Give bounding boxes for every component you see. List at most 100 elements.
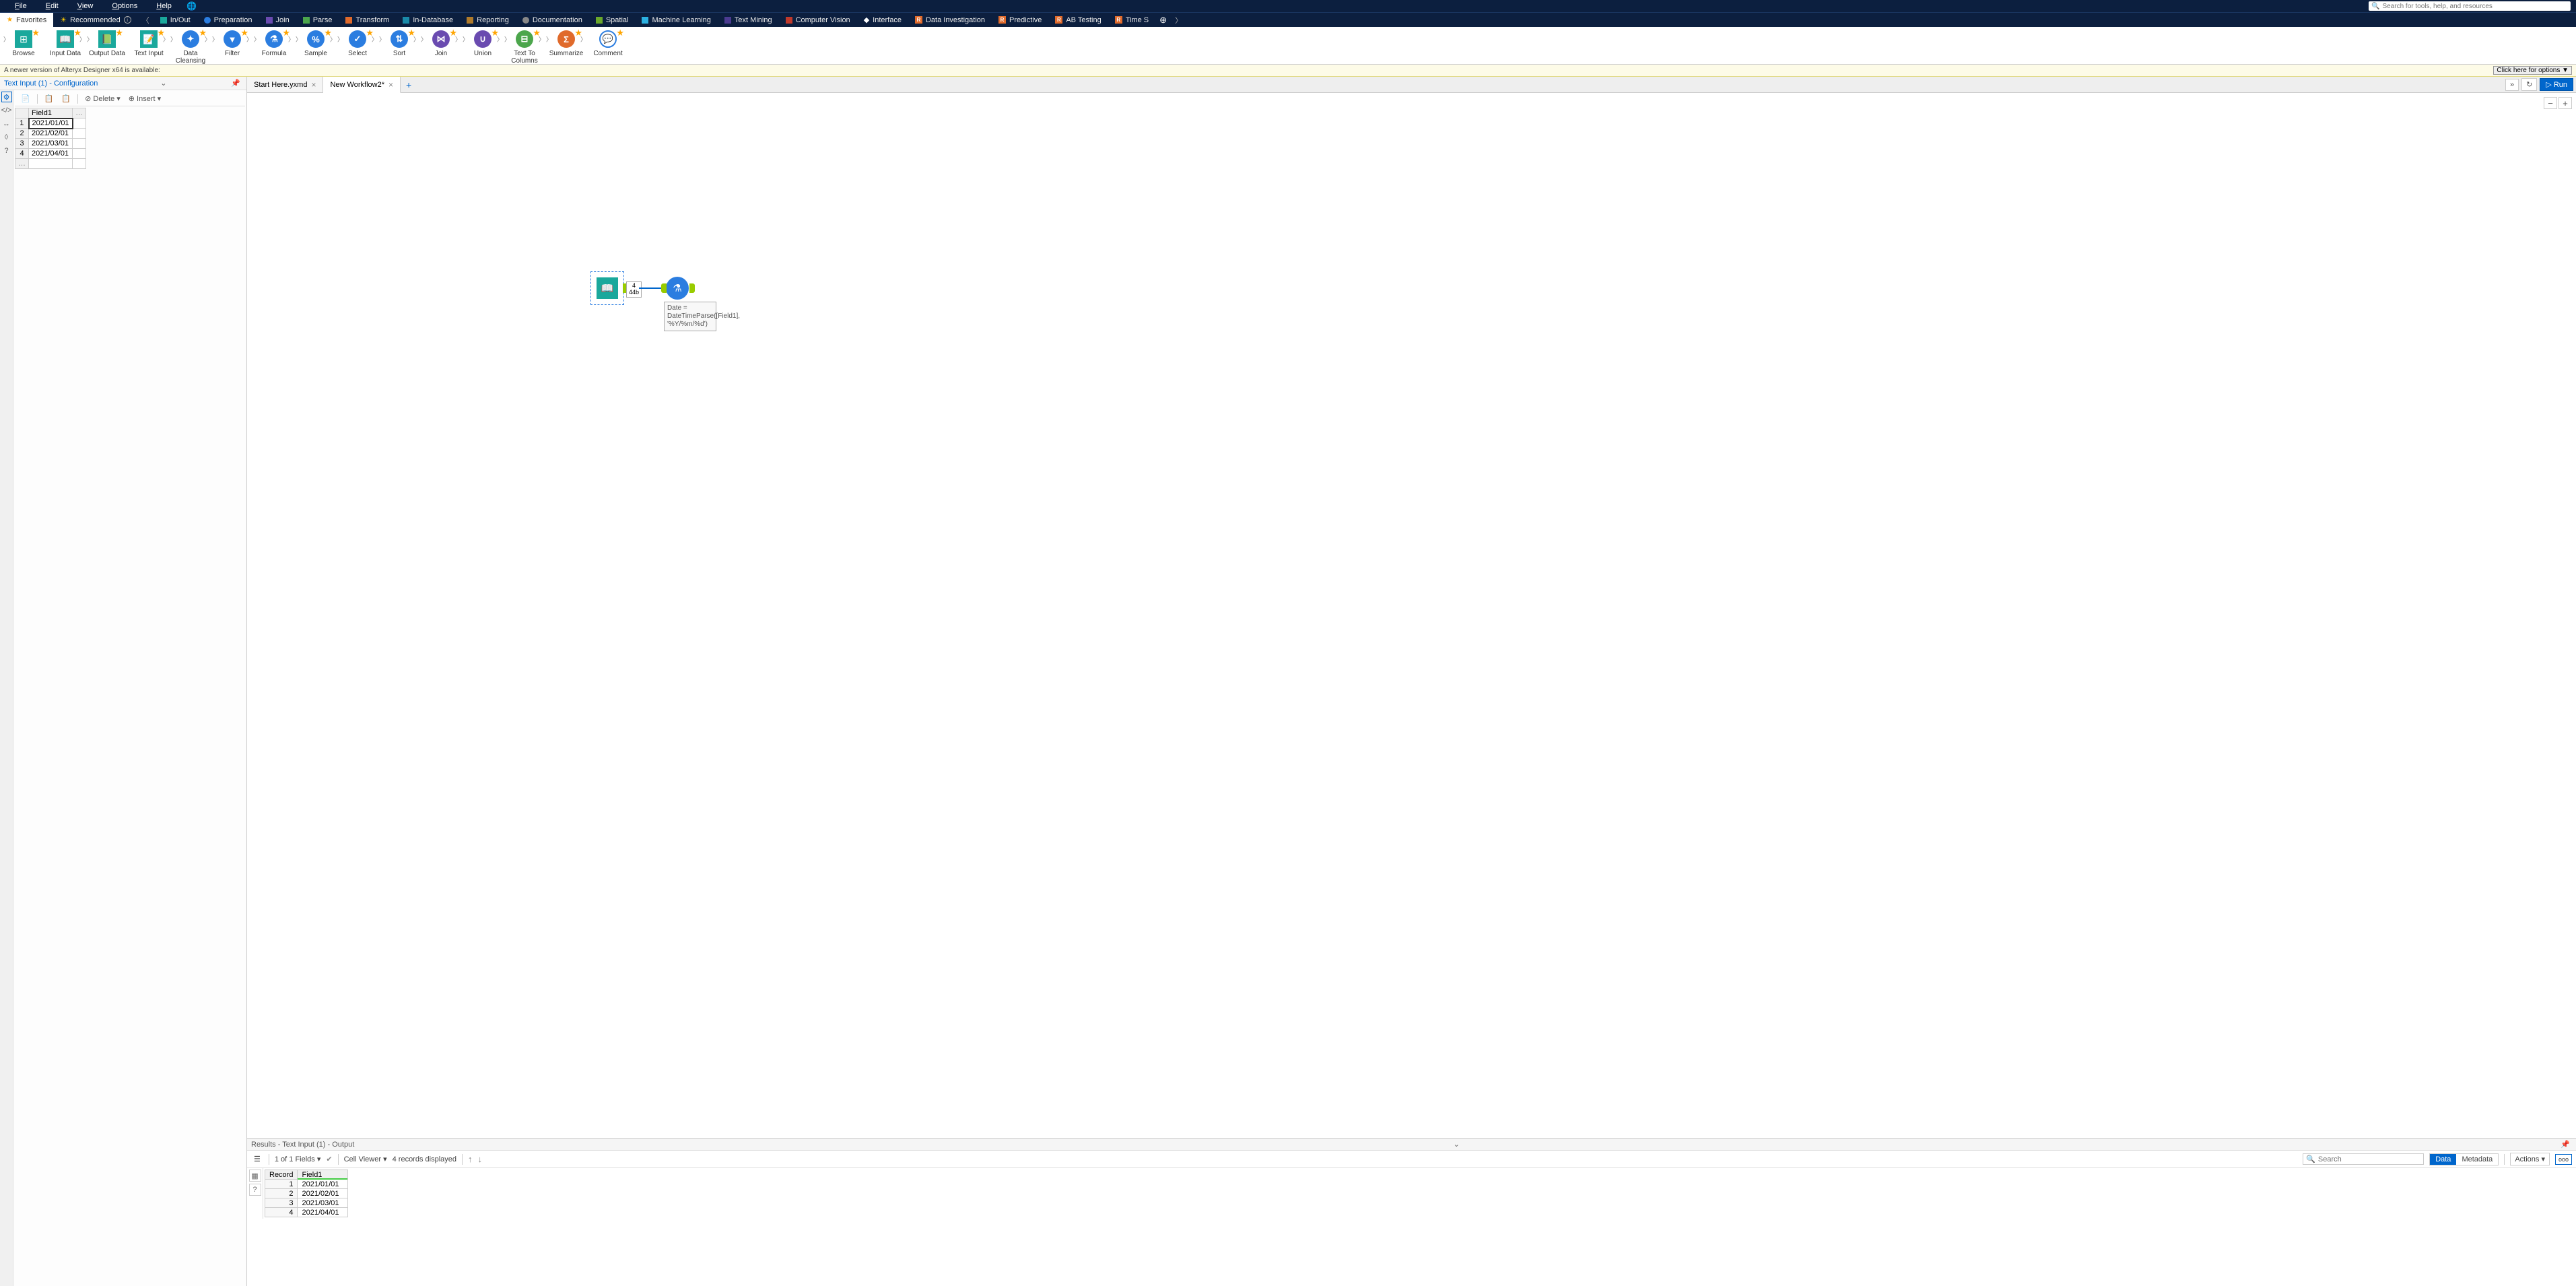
category-transform[interactable]: Transform xyxy=(339,13,396,27)
overflow-button[interactable]: » xyxy=(2505,79,2519,91)
tool-browse[interactable]: ⊞★〉Browse xyxy=(3,28,44,57)
prev-record-icon[interactable]: ↑ xyxy=(468,1154,473,1164)
category-recommended[interactable]: ☀Recommendedi xyxy=(53,13,137,27)
config-column-header[interactable]: Field1 xyxy=(29,108,73,119)
category-documentation[interactable]: Documentation xyxy=(516,13,589,27)
run-button[interactable]: ▷ Run xyxy=(2540,78,2573,91)
category-preparation[interactable]: Preparation xyxy=(197,13,259,27)
workflow-tab[interactable]: Start Here.yxmd× xyxy=(247,77,323,92)
tool-filter[interactable]: ▼★〉〉Filter xyxy=(211,28,253,57)
close-icon[interactable]: × xyxy=(388,80,393,90)
config-tab-nav-icon[interactable]: ↔ xyxy=(1,119,12,129)
add-workflow-tab[interactable]: + xyxy=(401,77,417,92)
config-tab-annotation-icon[interactable]: ◊ xyxy=(1,132,12,143)
import-icon[interactable]: 📄 xyxy=(18,93,34,104)
category-reporting[interactable]: Reporting xyxy=(460,13,516,27)
category-timeseries[interactable]: RTime S xyxy=(1108,13,1155,27)
tool-data-cleansing[interactable]: ✦★〉〉Data Cleansing xyxy=(170,28,211,65)
category-scroll-right[interactable]: 〉 xyxy=(1171,13,1186,27)
zoom-in-button[interactable]: + xyxy=(2558,97,2572,109)
category-spatial[interactable]: Spatial xyxy=(589,13,636,27)
results-grid-icon[interactable]: ▦ xyxy=(249,1170,261,1182)
tool-comment[interactable]: 💬★Comment xyxy=(587,28,629,57)
tool-join[interactable]: ⋈★〉〉Join xyxy=(420,28,462,57)
results-cell[interactable]: 2021/02/01 xyxy=(298,1189,348,1198)
workflow-tab[interactable]: New Workflow2*× xyxy=(323,77,401,93)
paste-icon[interactable]: 📋 xyxy=(58,93,74,104)
results-options-button[interactable]: ooo xyxy=(2555,1154,2572,1165)
results-pin-icon[interactable]: 📌 xyxy=(2558,1140,2572,1149)
delete-button[interactable]: ⊘ Delete ▾ xyxy=(81,93,124,104)
global-search-input[interactable] xyxy=(2382,3,2568,10)
category-inout[interactable]: In/Out xyxy=(154,13,197,27)
fields-summary[interactable]: 1 of 1 Fields ▾ xyxy=(275,1155,321,1163)
tool-input-data[interactable]: 📖★〉Input Data xyxy=(44,28,86,57)
global-search[interactable]: 🔍 xyxy=(2369,1,2571,11)
category-add[interactable]: ⊕ xyxy=(1155,13,1171,27)
metadata-tab[interactable]: Metadata xyxy=(2456,1154,2498,1165)
menu-help[interactable]: Help xyxy=(147,2,181,10)
actions-dropdown[interactable]: Actions ▾ xyxy=(2510,1153,2550,1165)
tool-formula[interactable]: ⚗★〉〉Formula xyxy=(253,28,295,57)
results-search[interactable]: 🔍 xyxy=(2303,1153,2424,1165)
fields-check-icon[interactable]: ✔ xyxy=(326,1155,332,1163)
insert-button[interactable]: ⊕ Insert ▾ xyxy=(125,93,164,104)
history-button[interactable]: ↻ xyxy=(2521,78,2537,91)
canvas-node-formula[interactable]: ⚗ xyxy=(666,277,689,300)
next-record-icon[interactable]: ↓ xyxy=(478,1154,483,1164)
close-icon[interactable]: × xyxy=(311,80,316,90)
category-favorites[interactable]: ★Favorites xyxy=(0,13,53,27)
output-anchor[interactable] xyxy=(689,283,695,293)
config-pin-icon[interactable]: 📌 xyxy=(229,79,242,88)
results-search-input[interactable] xyxy=(2318,1155,2420,1163)
category-textmining[interactable]: Text Mining xyxy=(718,13,779,27)
config-cell[interactable]: 2021/01/01 xyxy=(29,119,73,129)
results-data-grid[interactable]: RecordField1 12021/01/01 22021/02/01 320… xyxy=(265,1170,348,1217)
category-scroll-left[interactable]: 〈 xyxy=(138,13,154,27)
results-help-icon[interactable]: ? xyxy=(249,1184,261,1196)
category-predictive[interactable]: RPredictive xyxy=(992,13,1048,27)
results-cell[interactable]: 2021/04/01 xyxy=(298,1208,348,1217)
results-menu-icon[interactable]: ☰ xyxy=(251,1153,263,1165)
results-header-field1[interactable]: Field1 xyxy=(298,1170,348,1180)
tool-sort[interactable]: ⇅★〉〉Sort xyxy=(378,28,420,57)
config-cell[interactable]: 2021/03/01 xyxy=(29,139,73,149)
globe-icon[interactable]: 🌐 xyxy=(187,1,197,11)
category-indatabase[interactable]: In-Database xyxy=(396,13,460,27)
zoom-out-button[interactable]: − xyxy=(2544,97,2557,109)
copy-icon[interactable]: 📋 xyxy=(41,93,57,104)
config-data-grid[interactable]: Field1… 12021/01/01 22021/02/01 32021/03… xyxy=(15,108,86,169)
results-dropdown-icon[interactable]: ⌄ xyxy=(1452,1140,1462,1149)
tool-union[interactable]: ∪★〉〉Union xyxy=(462,28,504,57)
notification-options-button[interactable]: Click here for options ▼ xyxy=(2493,66,2572,75)
category-join[interactable]: Join xyxy=(259,13,296,27)
menu-edit[interactable]: Edit xyxy=(36,2,68,10)
tool-summarize[interactable]: Σ★〉〉Summarize xyxy=(545,28,587,57)
results-cell[interactable]: 2021/03/01 xyxy=(298,1198,348,1208)
category-abtest[interactable]: RAB Testing xyxy=(1048,13,1108,27)
category-datainv[interactable]: RData Investigation xyxy=(908,13,992,27)
tool-text-input[interactable]: 📝★〉Text Input xyxy=(128,28,170,57)
config-tab-config-icon[interactable]: ⚙ xyxy=(1,92,12,102)
cell-viewer-dropdown[interactable]: Cell Viewer ▾ xyxy=(344,1155,387,1163)
results-header-record[interactable]: Record xyxy=(265,1170,298,1180)
canvas-node-text-input[interactable]: 📖 xyxy=(590,271,624,305)
config-tab-xml-icon[interactable]: </> xyxy=(1,105,12,116)
menu-options[interactable]: Options xyxy=(102,2,147,10)
category-ml[interactable]: Machine Learning xyxy=(635,13,717,27)
tool-select[interactable]: ✓★〉〉Select xyxy=(337,28,378,57)
menu-file[interactable]: File xyxy=(5,2,36,10)
input-anchor[interactable] xyxy=(661,283,667,293)
config-tab-help-icon[interactable]: ? xyxy=(1,145,12,156)
config-cell[interactable]: 2021/04/01 xyxy=(29,149,73,159)
tool-text-to-columns[interactable]: ⊟★〉〉Text To Columns xyxy=(504,28,545,65)
tool-output-data[interactable]: 📗★〉Output Data xyxy=(86,28,128,57)
menu-view[interactable]: View xyxy=(68,2,103,10)
tool-sample[interactable]: %★〉〉Sample xyxy=(295,28,337,57)
config-cell[interactable]: 2021/02/01 xyxy=(29,129,73,139)
category-interface[interactable]: ◆Interface xyxy=(857,13,908,27)
data-tab[interactable]: Data xyxy=(2430,1154,2456,1165)
config-dropdown-icon[interactable]: ⌄ xyxy=(158,79,168,88)
results-cell[interactable]: 2021/01/01 xyxy=(298,1180,348,1189)
category-parse[interactable]: Parse xyxy=(296,13,339,27)
